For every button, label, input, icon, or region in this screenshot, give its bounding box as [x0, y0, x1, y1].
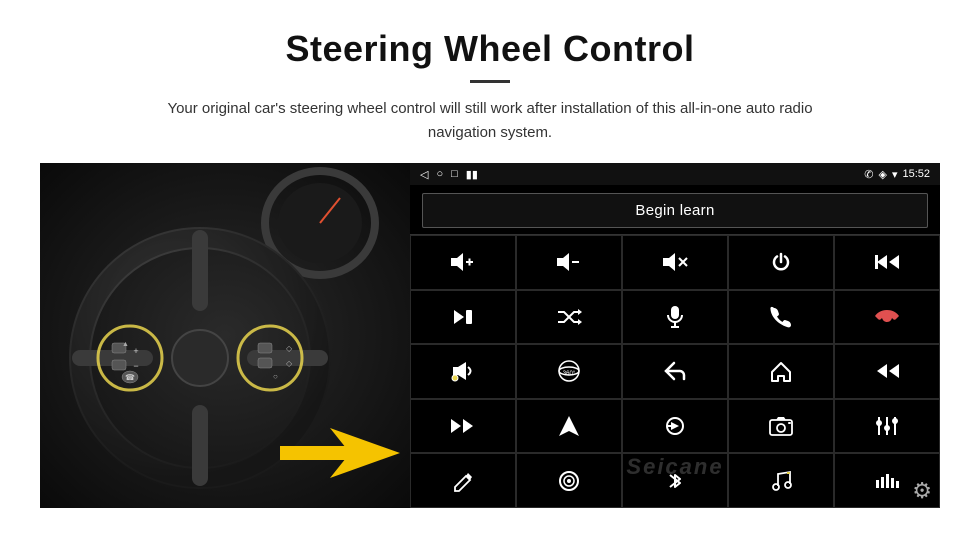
- svg-text:☎: ☎: [125, 373, 135, 382]
- ctrl-record[interactable]: [516, 453, 622, 508]
- back-icon[interactable]: ◁: [420, 168, 428, 181]
- ctrl-shuffle[interactable]: [516, 290, 622, 345]
- begin-learn-row: Begin learn: [410, 185, 940, 234]
- settings-icon[interactable]: ⚙: [912, 478, 932, 504]
- status-bar: ◁ ○ □ ▮▮ ✆ ◈ ▾ 15:52: [410, 163, 940, 185]
- svg-text:○: ○: [273, 372, 278, 381]
- ctrl-navigate[interactable]: [516, 399, 622, 454]
- ctrl-camera[interactable]: [728, 399, 834, 454]
- content-row: + − ☎ ▲ ◇ ◇ ○ ◁ ○: [40, 163, 940, 508]
- ctrl-vol-up[interactable]: [410, 235, 516, 290]
- ctrl-bluetooth[interactable]: [622, 453, 728, 508]
- title-section: Steering Wheel Control Your original car…: [40, 28, 940, 145]
- ctrl-hang-up[interactable]: [834, 290, 940, 345]
- title-divider: [470, 80, 510, 83]
- android-screen: ◁ ○ □ ▮▮ ✆ ◈ ▾ 15:52 Begin learn: [410, 163, 940, 508]
- ctrl-switch[interactable]: [622, 399, 728, 454]
- page-wrapper: Steering Wheel Control Your original car…: [0, 0, 980, 508]
- controls-grid: 360°: [410, 234, 940, 508]
- ctrl-phone[interactable]: [728, 290, 834, 345]
- begin-learn-button[interactable]: Begin learn: [422, 193, 928, 228]
- ctrl-equalizer[interactable]: [834, 399, 940, 454]
- svg-text:◇: ◇: [286, 359, 293, 368]
- wifi-status-icon: ▾: [892, 168, 898, 181]
- steering-wheel-image: + − ☎ ▲ ◇ ◇ ○: [40, 163, 410, 508]
- ctrl-music[interactable]: [728, 453, 834, 508]
- ctrl-prev-skip[interactable]: [834, 235, 940, 290]
- svg-text:◇: ◇: [286, 344, 293, 353]
- svg-text:▲: ▲: [122, 341, 129, 348]
- time-display: 15:52: [902, 168, 930, 180]
- ctrl-360[interactable]: 360°: [516, 344, 622, 399]
- location-status-icon: ◈: [878, 168, 886, 181]
- ctrl-mic[interactable]: [622, 290, 728, 345]
- svg-text:+: +: [133, 346, 138, 356]
- svg-text:−: −: [133, 361, 138, 371]
- ctrl-horn[interactable]: [410, 344, 516, 399]
- ctrl-home[interactable]: [728, 344, 834, 399]
- recents-icon[interactable]: □: [451, 168, 458, 180]
- subtitle: Your original car's steering wheel contr…: [140, 97, 840, 145]
- phone-status-icon: ✆: [864, 168, 873, 181]
- ctrl-edit[interactable]: [410, 453, 516, 508]
- signal-icon: ▮▮: [466, 168, 478, 181]
- home-icon[interactable]: ○: [436, 168, 443, 180]
- ctrl-back[interactable]: [622, 344, 728, 399]
- svg-text:360°: 360°: [563, 371, 576, 377]
- status-left: ◁ ○ □ ▮▮: [420, 168, 478, 181]
- ctrl-power[interactable]: [728, 235, 834, 290]
- ctrl-next[interactable]: [410, 290, 516, 345]
- ctrl-rewind[interactable]: [834, 344, 940, 399]
- ctrl-vol-down[interactable]: [516, 235, 622, 290]
- ctrl-fast-forward[interactable]: [410, 399, 516, 454]
- page-title: Steering Wheel Control: [40, 28, 940, 70]
- status-right: ✆ ◈ ▾ 15:52: [864, 168, 930, 181]
- ctrl-mute[interactable]: [622, 235, 728, 290]
